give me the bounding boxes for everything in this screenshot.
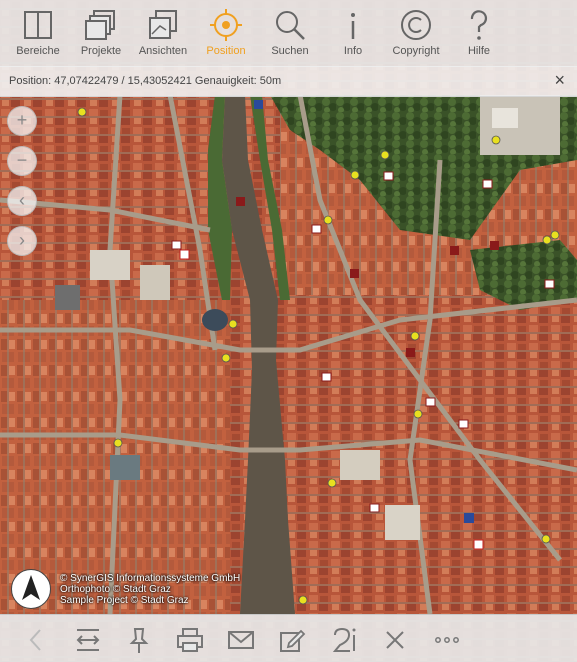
info-icon xyxy=(351,13,355,39)
poi-marker[interactable] xyxy=(406,348,415,357)
pin-icon xyxy=(129,628,149,653)
poi-marker[interactable] xyxy=(383,171,394,181)
location-target-icon xyxy=(210,9,242,41)
edit-button[interactable] xyxy=(277,625,307,655)
poi-marker[interactable] xyxy=(323,215,333,225)
help-icon xyxy=(470,10,488,40)
poi-marker[interactable] xyxy=(179,249,190,260)
toolbar-label: Info xyxy=(343,45,363,57)
mail-button[interactable] xyxy=(226,625,256,655)
map-view-icon xyxy=(149,10,177,39)
toolbar-ansichten-button[interactable]: Ansichten xyxy=(131,8,195,64)
toolbar-bereiche-button[interactable]: Bereiche xyxy=(6,8,70,64)
toolbar-position-button[interactable]: Position xyxy=(194,8,258,64)
clear-button[interactable] xyxy=(380,625,410,655)
poi-marker[interactable] xyxy=(369,503,380,513)
poi-marker[interactable] xyxy=(425,397,436,407)
main-toolbar: Bereiche Projekte Ansichten Position Suc… xyxy=(0,0,577,67)
toolbar-hilfe-button[interactable]: Hilfe xyxy=(447,8,511,64)
poi-marker[interactable] xyxy=(413,409,423,419)
poi-marker[interactable] xyxy=(298,595,308,605)
poi-marker[interactable] xyxy=(490,241,499,250)
poi-marker[interactable] xyxy=(542,235,552,245)
map-canvas[interactable] xyxy=(0,0,577,661)
toolbar-label: Position xyxy=(206,45,246,57)
more-button[interactable] xyxy=(432,625,462,655)
poi-marker[interactable] xyxy=(236,197,245,206)
map-attribution: © SynerGIS Informationssysteme GmbH Orth… xyxy=(60,573,240,606)
poi-marker-layer xyxy=(77,100,560,605)
poi-marker[interactable] xyxy=(321,372,332,382)
poi-marker[interactable] xyxy=(254,100,263,109)
forward-view-button[interactable]: › xyxy=(7,226,37,256)
poi-marker[interactable] xyxy=(77,107,87,117)
toolbar-suchen-button[interactable]: Suchen xyxy=(258,8,322,64)
mail-icon xyxy=(228,631,254,649)
attribution-line: © SynerGIS Informationssysteme GmbH xyxy=(60,573,241,584)
poi-marker[interactable] xyxy=(327,478,337,488)
measure-width-icon xyxy=(76,629,100,651)
compass[interactable] xyxy=(11,569,51,609)
poi-marker[interactable] xyxy=(550,230,560,240)
poi-marker[interactable] xyxy=(171,240,182,250)
toolbar-label: Suchen xyxy=(271,45,309,57)
poi-marker[interactable] xyxy=(350,269,359,278)
measure-button[interactable] xyxy=(73,625,103,655)
poi-marker[interactable] xyxy=(491,135,501,145)
redline-icon xyxy=(332,627,356,652)
poi-marker[interactable] xyxy=(228,319,238,329)
toolbar-projekte-button[interactable]: Projekte xyxy=(69,8,133,64)
poi-marker[interactable] xyxy=(350,170,360,180)
layers-stack-icon xyxy=(85,10,115,40)
poi-marker[interactable] xyxy=(221,353,231,363)
search-icon xyxy=(276,11,305,40)
poi-marker[interactable] xyxy=(380,150,390,160)
position-text: Position: 47,07422479 / 15,43052421 Gena… xyxy=(9,75,282,87)
edit-icon xyxy=(280,629,306,652)
attribution-line: Sample Project © Stadt Graz xyxy=(60,595,189,606)
position-info-bar: Position: 47,07422479 / 15,43052421 Gena… xyxy=(0,66,577,97)
poi-marker[interactable] xyxy=(541,534,551,544)
back-arrow-icon xyxy=(29,629,41,651)
poi-marker[interactable] xyxy=(544,279,555,289)
poi-marker[interactable] xyxy=(311,224,322,234)
toolbar-copyright-button[interactable]: Copyright xyxy=(384,8,448,64)
attribution-line: Orthophoto © Stadt Graz xyxy=(60,584,171,595)
toolbar-label: Ansichten xyxy=(138,45,188,57)
toolbar-info-button[interactable]: Info xyxy=(321,8,385,64)
print-icon xyxy=(177,628,203,652)
book-icon xyxy=(24,11,52,39)
toolbar-label: Bereiche xyxy=(16,45,60,57)
poi-marker[interactable] xyxy=(458,419,469,429)
poi-marker[interactable] xyxy=(450,246,459,255)
poi-marker[interactable] xyxy=(482,179,493,189)
poi-marker[interactable] xyxy=(464,513,474,523)
zoom-in-button[interactable]: + xyxy=(7,106,37,136)
north-arrow-icon xyxy=(22,575,40,600)
toolbar-label: Projekte xyxy=(80,45,122,57)
poi-marker[interactable] xyxy=(473,539,484,550)
print-button[interactable] xyxy=(175,625,205,655)
back-view-button[interactable]: ‹ xyxy=(7,186,37,216)
redline-button[interactable] xyxy=(330,625,360,655)
pin-button[interactable] xyxy=(124,625,154,655)
toolbar-label: Hilfe xyxy=(467,45,490,57)
close-icon xyxy=(386,631,404,649)
copyright-icon xyxy=(401,10,431,40)
poi-marker[interactable] xyxy=(113,438,123,448)
more-icon xyxy=(435,637,459,643)
close-icon[interactable]: × xyxy=(554,71,565,89)
zoom-out-button[interactable]: − xyxy=(7,146,37,176)
bottom-toolbar xyxy=(0,614,577,662)
back-arrow-button[interactable] xyxy=(22,625,52,655)
toolbar-label: Copyright xyxy=(392,45,440,57)
poi-marker[interactable] xyxy=(410,331,420,341)
